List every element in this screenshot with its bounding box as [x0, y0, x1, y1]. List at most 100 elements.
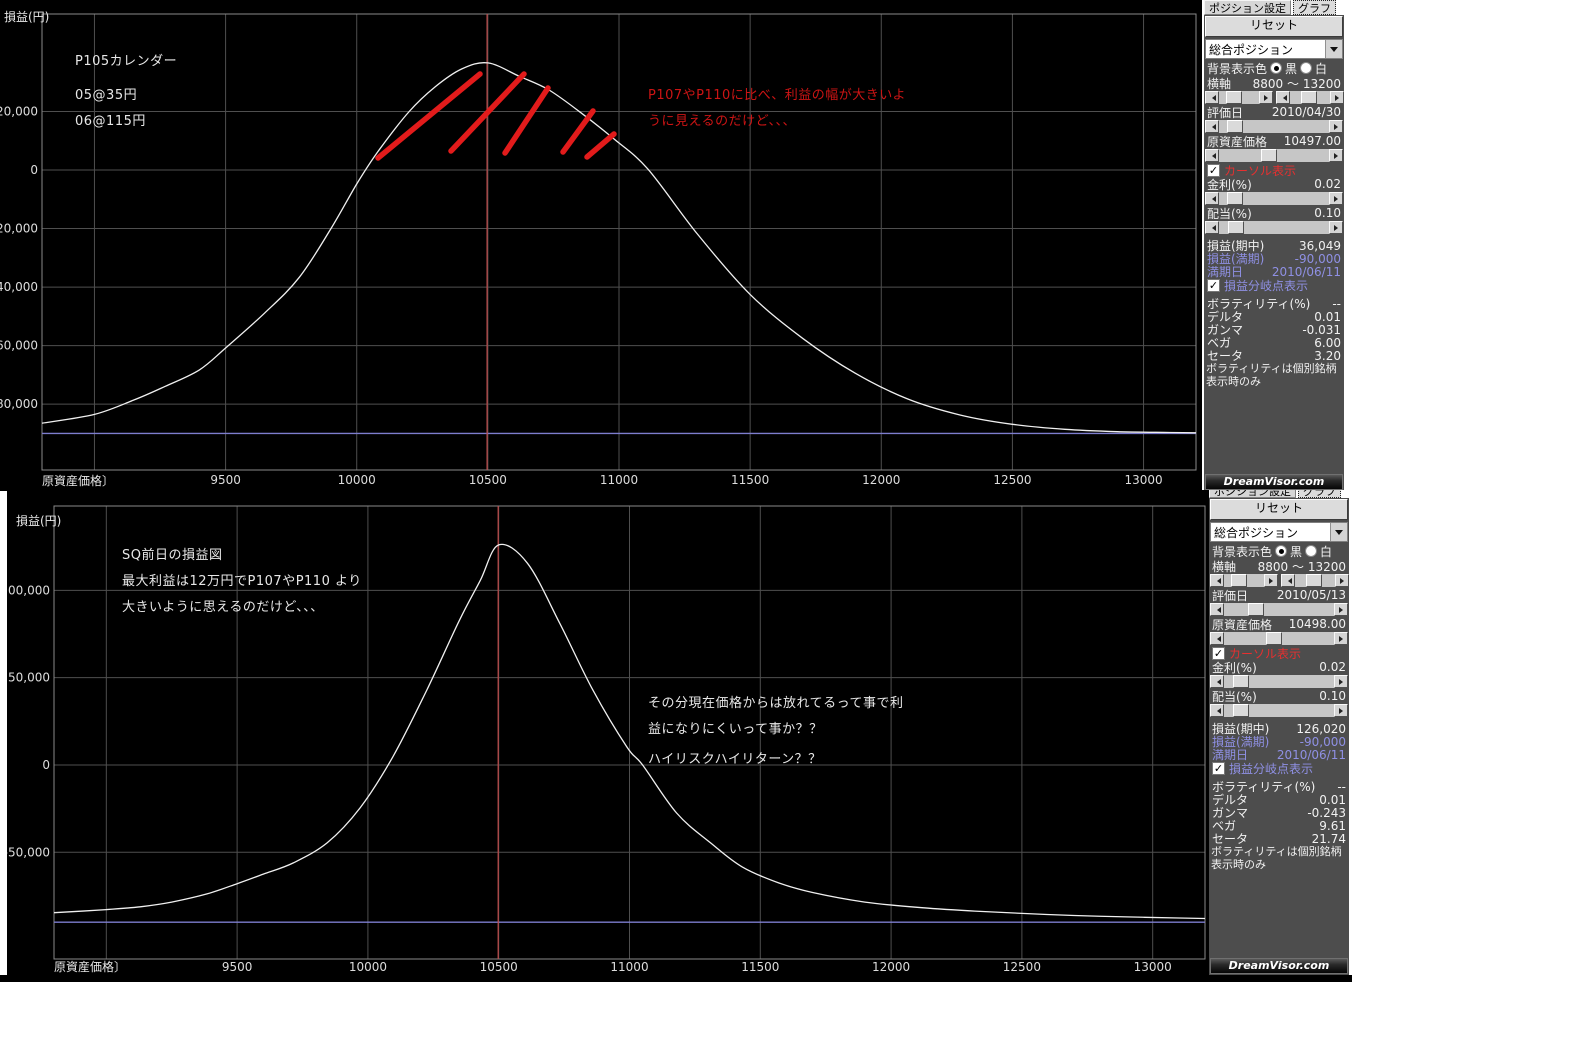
- x-tick-label: 11500: [741, 960, 779, 974]
- x-axis-scrollbars: [1209, 573, 1349, 588]
- interest-rate-row: 金利(%) 0.02: [1204, 177, 1344, 191]
- dividend-label: 配当(%): [1212, 688, 1257, 705]
- scroll-right-icon[interactable]: [1329, 120, 1343, 133]
- scroll-left-icon[interactable]: [1205, 221, 1219, 234]
- scrollbar-track[interactable]: [1295, 574, 1335, 587]
- underlying-price-value: 10497.00: [1284, 134, 1341, 148]
- scrollbar-thumb[interactable]: [1301, 91, 1317, 104]
- reset-button[interactable]: リセット: [1205, 16, 1343, 37]
- scroll-left-icon[interactable]: [1276, 91, 1290, 104]
- scrollbar-track[interactable]: [1224, 632, 1334, 645]
- scroll-left-icon[interactable]: [1205, 149, 1219, 162]
- scrollbar-track[interactable]: [1219, 192, 1329, 205]
- bottom-border-strip: [0, 975, 1352, 982]
- breakeven-display-label: 損益分岐点表示: [1224, 277, 1308, 294]
- scrollbar-thumb[interactable]: [1261, 149, 1277, 162]
- x-tick-label: 11500: [731, 473, 769, 487]
- scrollbar-track[interactable]: [1224, 574, 1264, 587]
- x-axis-range-value: 8800 ～ 13200: [1253, 75, 1341, 92]
- chevron-down-icon[interactable]: [1325, 40, 1342, 58]
- x-tick-label: 12500: [1003, 960, 1041, 974]
- tab-graph[interactable]: グラフ: [1293, 0, 1336, 15]
- underlying-price-scrollbar[interactable]: [1205, 149, 1343, 162]
- scrollbar-thumb[interactable]: [1233, 675, 1249, 688]
- x-axis-max-scrollbar[interactable]: [1281, 574, 1349, 587]
- x-axis-range-value: 8800 ～ 13200: [1258, 558, 1346, 575]
- scroll-left-icon[interactable]: [1210, 603, 1224, 616]
- x-axis-max-scrollbar[interactable]: [1276, 91, 1344, 104]
- scroll-right-icon[interactable]: [1330, 91, 1344, 104]
- scroll-left-icon[interactable]: [1210, 704, 1224, 717]
- x-axis-min-scrollbar[interactable]: [1210, 574, 1278, 587]
- tab-position-settings[interactable]: ポジション設定: [1209, 490, 1296, 498]
- scroll-left-icon[interactable]: [1210, 574, 1224, 587]
- interest-rate-scrollbar[interactable]: [1205, 192, 1343, 205]
- dividend-label: 配当(%): [1207, 205, 1252, 222]
- y-tick-label: 50,000: [8, 671, 50, 685]
- scrollbar-thumb[interactable]: [1231, 574, 1247, 587]
- tab-position-settings[interactable]: ポジション設定: [1204, 0, 1291, 15]
- annotation-comment-line2: うに見えるのだけど、、、: [648, 110, 796, 129]
- scrollbar-track[interactable]: [1224, 603, 1334, 616]
- dividend-row: 配当(%) 0.10: [1209, 689, 1349, 703]
- bg-white-radio[interactable]: [1305, 545, 1317, 557]
- scroll-left-icon[interactable]: [1281, 574, 1295, 587]
- scrollbar-thumb[interactable]: [1227, 192, 1243, 205]
- bg-white-radio[interactable]: [1300, 62, 1312, 74]
- eval-date-scrollbar[interactable]: [1205, 120, 1343, 133]
- scrollbar-thumb[interactable]: [1306, 574, 1322, 587]
- reset-button[interactable]: リセット: [1210, 499, 1348, 520]
- eval-date-scrollbar[interactable]: [1210, 603, 1348, 616]
- breakeven-display-checkbox[interactable]: ✓: [1207, 279, 1220, 292]
- x-axis-scrollbars: [1204, 90, 1344, 105]
- position-select[interactable]: 総合ポジション: [1205, 39, 1343, 59]
- scroll-right-icon[interactable]: [1329, 221, 1343, 234]
- chevron-down-icon[interactable]: [1330, 523, 1347, 541]
- interest-rate-scrollbar[interactable]: [1210, 675, 1348, 688]
- scroll-left-icon[interactable]: [1205, 120, 1219, 133]
- scrollbar-track[interactable]: [1219, 149, 1329, 162]
- scrollbar-track[interactable]: [1224, 704, 1334, 717]
- scrollbar-track[interactable]: [1290, 91, 1330, 104]
- scroll-left-icon[interactable]: [1210, 675, 1224, 688]
- scrollbar-track[interactable]: [1224, 675, 1334, 688]
- scrollbar-thumb[interactable]: [1228, 221, 1244, 234]
- pl-interim-value: 126,020: [1296, 722, 1346, 736]
- bg-black-radio[interactable]: [1275, 545, 1287, 557]
- dividend-scrollbar[interactable]: [1210, 704, 1348, 717]
- scrollbar-thumb[interactable]: [1266, 632, 1282, 645]
- scrollbar-thumb[interactable]: [1227, 120, 1243, 133]
- scrollbar-thumb[interactable]: [1233, 704, 1249, 717]
- scroll-left-icon[interactable]: [1205, 192, 1219, 205]
- scroll-right-icon[interactable]: [1334, 603, 1348, 616]
- scroll-right-icon[interactable]: [1334, 675, 1348, 688]
- scrollbar-track[interactable]: [1219, 221, 1329, 234]
- underlying-price-scrollbar[interactable]: [1210, 632, 1348, 645]
- vega-value: 9.61: [1319, 819, 1346, 833]
- scroll-right-icon[interactable]: [1334, 704, 1348, 717]
- scrollbar-thumb[interactable]: [1248, 603, 1264, 616]
- top-pl-chart[interactable]: 20,0000-20,000-40,000-60,000-80,00095001…: [0, 0, 1202, 491]
- scrollbar-thumb[interactable]: [1226, 91, 1242, 104]
- scroll-right-icon[interactable]: [1334, 632, 1348, 645]
- position-select[interactable]: 総合ポジション: [1210, 522, 1348, 542]
- scroll-left-icon[interactable]: [1210, 632, 1224, 645]
- scroll-right-icon[interactable]: [1329, 192, 1343, 205]
- annotation-sq-title: SQ前日の損益図: [122, 544, 223, 563]
- scroll-right-icon[interactable]: [1264, 574, 1278, 587]
- scrollbar-track[interactable]: [1219, 120, 1329, 133]
- app-root: { "app": {"brand": "DreamVisor.com"}, "c…: [0, 0, 1574, 1042]
- dividend-row: 配当(%) 0.10: [1204, 206, 1344, 220]
- bg-black-radio[interactable]: [1270, 62, 1282, 74]
- volatility-value: --: [1332, 297, 1341, 311]
- x-tick-label: 13000: [1134, 960, 1172, 974]
- x-axis-min-scrollbar[interactable]: [1205, 91, 1273, 104]
- scroll-right-icon[interactable]: [1329, 149, 1343, 162]
- breakeven-display-checkbox[interactable]: ✓: [1212, 762, 1225, 775]
- dividend-scrollbar[interactable]: [1205, 221, 1343, 234]
- scroll-left-icon[interactable]: [1205, 91, 1219, 104]
- tab-graph[interactable]: グラフ: [1298, 490, 1341, 498]
- scrollbar-track[interactable]: [1219, 91, 1259, 104]
- scroll-right-icon[interactable]: [1335, 574, 1349, 587]
- scroll-right-icon[interactable]: [1259, 91, 1273, 104]
